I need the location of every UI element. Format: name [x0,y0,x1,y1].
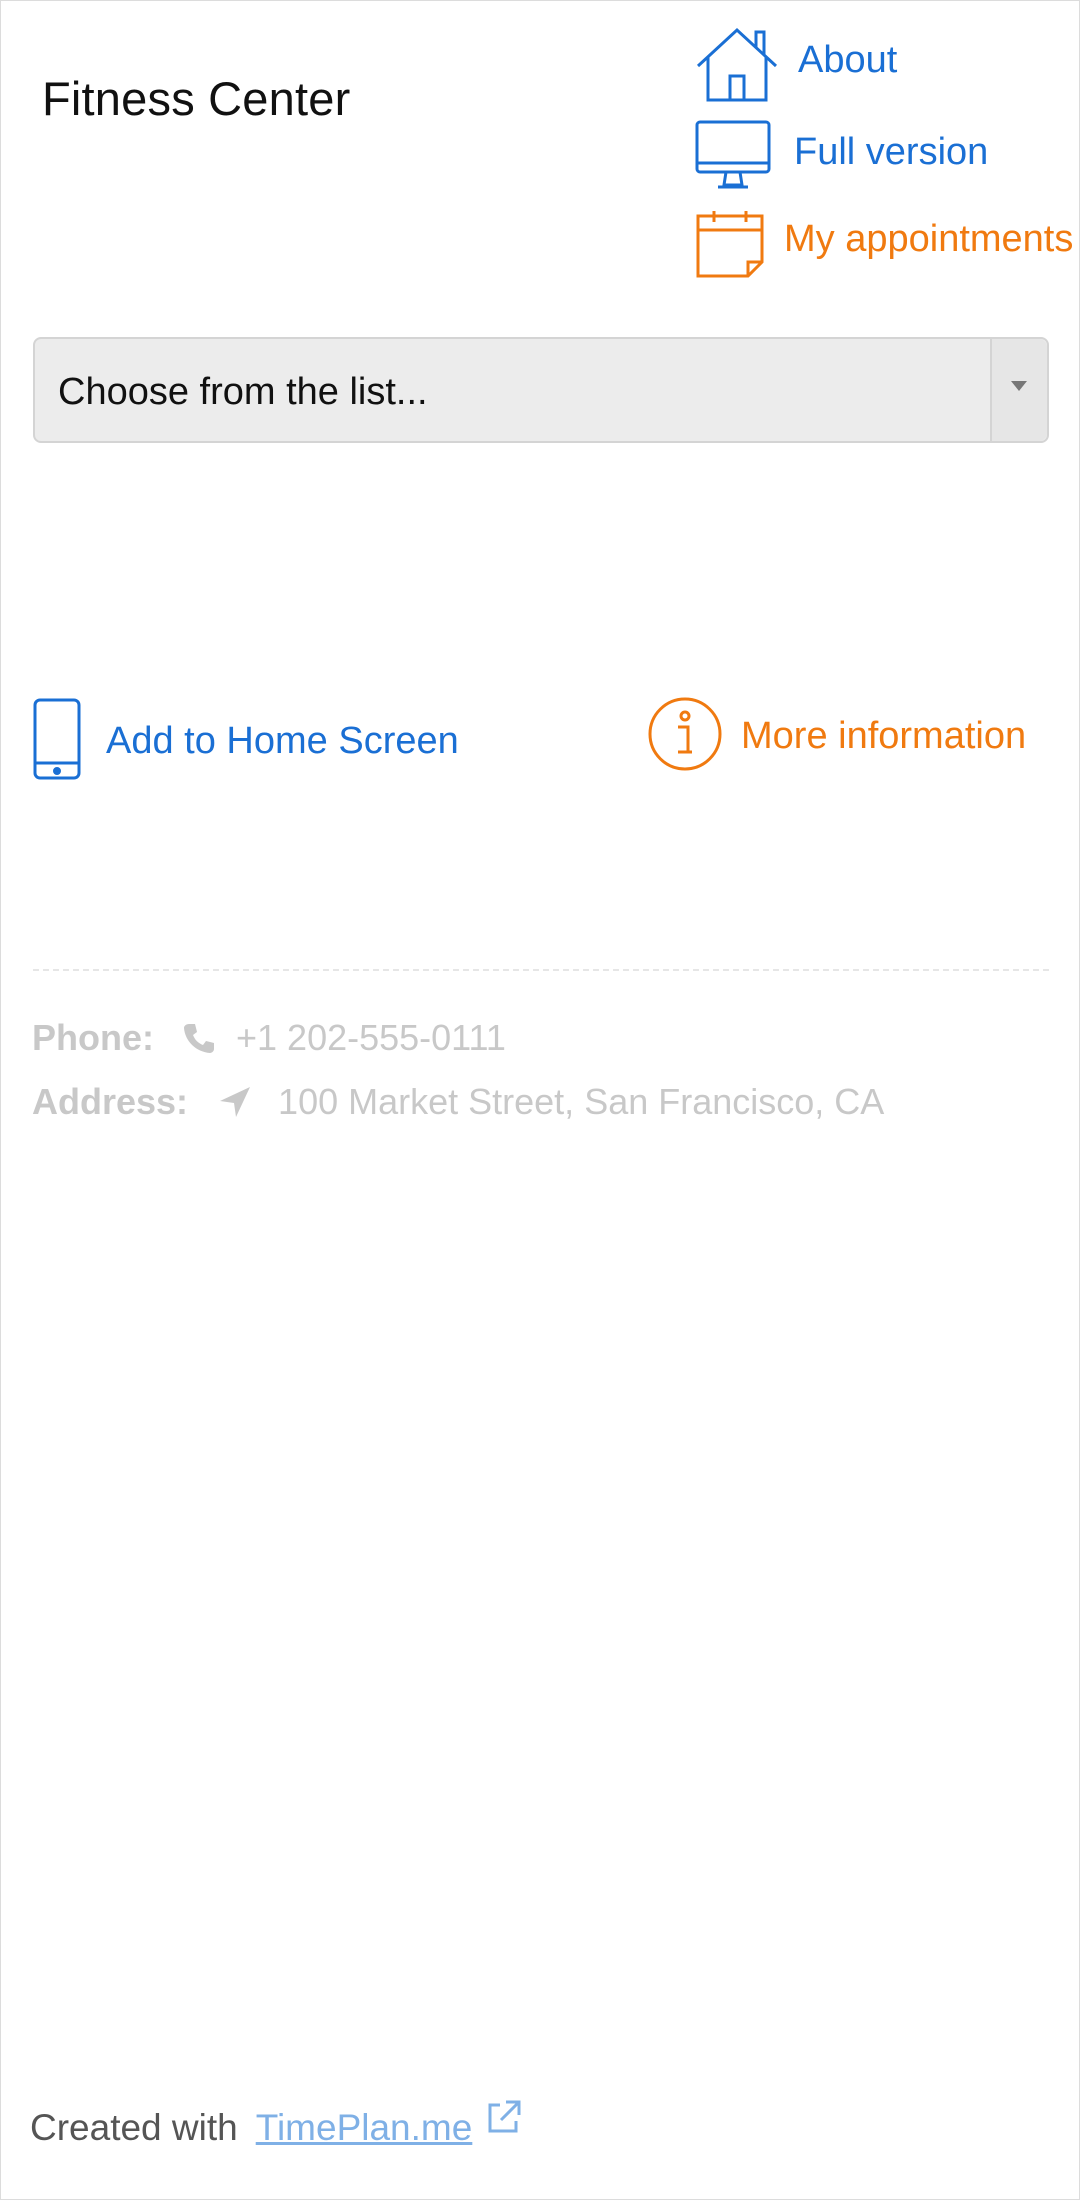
about-link[interactable]: About [694,26,897,109]
timeplan-link[interactable]: TimePlan.me [256,2107,473,2149]
my-appointments-link[interactable]: My appointments [694,208,1073,285]
full-version-link[interactable]: Full version [694,119,988,196]
app-frame: Fitness Center About Full version My app… [0,0,1080,2200]
my-appointments-label: My appointments [784,218,1074,260]
full-version-label: Full version [794,131,989,173]
phone-row: Phone: +1 202-555-0111 [32,1017,506,1059]
footer-created-with: Created with [30,2107,238,2148]
external-link-icon[interactable] [486,2099,522,2135]
home-icon [694,26,780,109]
divider [33,969,1049,971]
page-title: Fitness Center [42,72,351,125]
calendar-icon [694,208,766,285]
add-to-home-screen-label: Add to Home Screen [106,720,459,762]
info-icon [647,696,723,777]
phone-label: Phone: [32,1017,154,1058]
select-arrow[interactable] [990,339,1047,441]
address-value[interactable]: 100 Market Street, San Francisco, CA [278,1081,884,1123]
select-placeholder: Choose from the list... [58,371,428,413]
address-label: Address: [32,1081,189,1122]
add-to-home-screen-button[interactable]: Add to Home Screen [32,697,459,786]
location-arrow-icon [218,1085,252,1119]
phone-device-icon [32,697,82,786]
more-information-label: More information [741,715,1027,757]
phone-icon [182,1021,216,1055]
address-row: Address: 100 Market Street, San Francisc… [32,1081,884,1123]
about-label: About [798,39,898,81]
monitor-icon [694,119,772,196]
service-select[interactable]: Choose from the list... [33,337,1049,443]
footer: Created with TimePlan.me [30,2100,522,2149]
more-information-button[interactable]: More information [647,696,1026,777]
phone-value[interactable]: +1 202-555-0111 [236,1017,506,1059]
